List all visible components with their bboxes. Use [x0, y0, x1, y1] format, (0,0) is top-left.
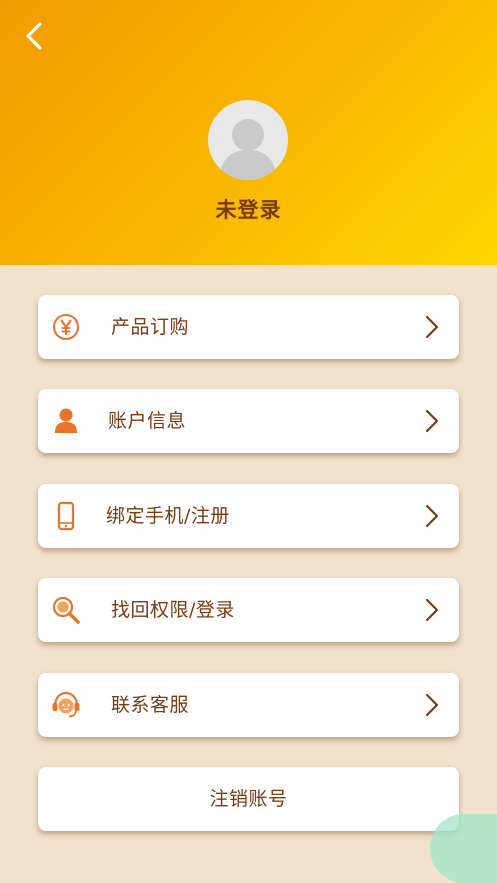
menu-item-bind-phone[interactable]: 绑定手机/注册: [38, 484, 459, 548]
back-button[interactable]: [14, 16, 54, 56]
menu-item-label: 联系客服: [111, 694, 190, 716]
chevron-right-icon: [425, 598, 439, 622]
phone-icon: [57, 501, 75, 531]
floating-assist-button[interactable]: [430, 814, 497, 883]
menu-item-product-order[interactable]: 产品订购: [38, 295, 459, 359]
logout-button[interactable]: 注销账号: [38, 767, 459, 831]
menu-item-label: 找回权限/登录: [111, 599, 235, 621]
avatar[interactable]: [208, 100, 288, 180]
customer-service-icon: [52, 691, 80, 718]
menu-item-recover-login[interactable]: 找回权限/登录: [38, 578, 459, 642]
menu-item-customer-service[interactable]: 联系客服: [38, 673, 459, 737]
menu-item-label: 产品订购: [111, 316, 190, 338]
user-icon: [55, 408, 77, 433]
chevron-right-icon: [425, 504, 439, 528]
menu-item-label: 绑定手机/注册: [106, 505, 230, 527]
chevron-left-icon: [26, 22, 42, 50]
username-label: 未登录: [215, 198, 282, 222]
profile-header: 未登录: [0, 0, 497, 265]
chevron-right-icon: [425, 693, 439, 717]
menu-item-account-info[interactable]: 账户信息: [38, 389, 459, 453]
search-icon: [52, 596, 80, 624]
chevron-right-icon: [425, 409, 439, 433]
default-avatar-icon: [220, 119, 276, 180]
chevron-right-icon: [425, 315, 439, 339]
yuan-icon: [53, 314, 79, 340]
logout-label: 注销账号: [209, 788, 288, 810]
menu-item-label: 账户信息: [108, 410, 187, 432]
